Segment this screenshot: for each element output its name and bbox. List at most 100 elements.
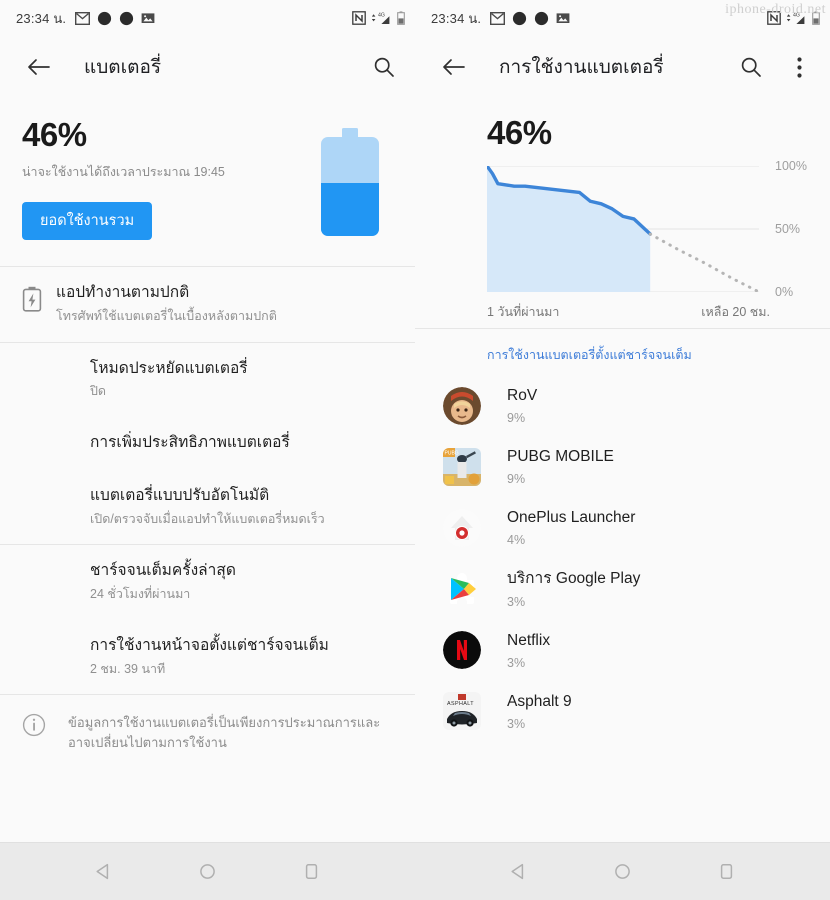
app-usage-row[interactable]: OnePlus Launcher 4% <box>415 497 830 559</box>
rov-icon <box>443 386 481 425</box>
app-name: Asphalt 9 <box>507 692 572 710</box>
status-bar-system-icons: 4G <box>767 11 820 25</box>
app-usage-row[interactable]: PUBG PUBG MOBILE 9% <box>415 436 830 498</box>
footnote-text: ข้อมูลการใช้งานแบตเตอรี่เป็นเพียงการประม… <box>68 715 381 750</box>
oneplus-launcher-icon <box>443 508 481 547</box>
chart-y-tick-label: 50% <box>775 222 801 236</box>
photo-icon <box>141 13 155 23</box>
info-icon <box>22 714 46 737</box>
back-triangle-glyph <box>96 863 109 880</box>
page-title: การใช้งานแบตเตอรี่ <box>499 57 664 78</box>
app-usage-meta: RoV 9% <box>507 386 810 425</box>
usage-section-header: การใช้งานแบตเตอรี่ตั้งแต่ชาร์จจนเต็ม <box>415 329 830 375</box>
dot-icon <box>535 11 549 25</box>
page-title: แบตเตอรี่ <box>84 57 162 78</box>
row-subtitle: เปิด/ตรวจจับเมื่อแอปทำให้แบตเตอรี่หมดเร็… <box>90 511 325 526</box>
status-bar-clock: 23:34 น. <box>431 10 482 26</box>
settings-row-body: การเพิ่มประสิทธิภาพแบตเตอรี่ <box>90 433 393 454</box>
settings-row-app-behavior[interactable]: แอปทำงานตามปกติ โทรศัพท์ใช้แบตเตอรี่ในเบ… <box>0 267 415 342</box>
app-usage-meta: Asphalt 9 3% <box>507 692 810 731</box>
signal-4g-icon: 4G <box>372 13 390 24</box>
navigation-bar-right <box>415 842 830 900</box>
app-usage-meta: บริการ Google Play 3% <box>507 569 810 608</box>
battery-icon <box>812 11 820 25</box>
chart-x-start-label: 1 วันที่ผ่านมา <box>487 305 560 319</box>
battery-percent-value: 46% <box>22 116 87 153</box>
recents-square-glyph <box>305 864 317 879</box>
app-name: OnePlus Launcher <box>507 509 636 527</box>
battery-history-chart-section: 46% 100% 50% 0% 1 วันที่ผ่านมา เหลือ 20 … <box>415 98 830 328</box>
battery-chart-svg <box>485 164 830 294</box>
row-title: ชาร์จจนเต็มครั้งล่าสุด <box>90 562 236 580</box>
dot-icon <box>98 11 112 25</box>
settings-row-last-full-charge[interactable]: ชาร์จจนเต็มครั้งล่าสุด 24 ชั่วโมงที่ผ่าน… <box>0 545 415 620</box>
battery-summary-section: 46% น่าจะใช้งานได้ถึงเวลาประมาณ 19:45 ยอ… <box>0 98 415 267</box>
app-usage-row[interactable]: บริการ Google Play 3% <box>415 558 830 620</box>
battery-bolt-icon <box>22 283 56 312</box>
app-usage-row[interactable]: ASPHALT Asphalt 9 3% <box>415 680 830 742</box>
back-triangle-icon[interactable] <box>496 849 542 895</box>
left-screen-content: 46% น่าจะใช้งานได้ถึงเวลาประมาณ 19:45 ยอ… <box>0 98 415 842</box>
total-usage-button[interactable]: ยอดใช้งานรวม <box>22 201 153 241</box>
home-circle-icon[interactable] <box>599 849 645 895</box>
chart-y-tick-label: 0% <box>775 285 794 299</box>
battery-level-graphic <box>321 128 379 236</box>
row-subtitle: โทรศัพท์ใช้แบตเตอรี่ในเบื้องหลังตามปกติ <box>56 309 277 324</box>
row-subtitle: 2 ชม. 39 นาที <box>90 661 166 676</box>
more-vertical-icon[interactable] <box>782 50 816 84</box>
chart-percent-value: 46% <box>487 114 552 151</box>
chart-plot-area <box>485 164 830 294</box>
app-usage-percent: 3% <box>507 594 526 609</box>
signal-4g-icon: 4G <box>787 13 805 24</box>
row-title: การเพิ่มประสิทธิภาพแบตเตอรี่ <box>90 433 290 451</box>
app-usage-row[interactable]: RoV 9% <box>415 375 830 437</box>
back-arrow-icon[interactable] <box>437 50 471 84</box>
settings-row-body: แอปทำงานตามปกติ โทรศัพท์ใช้แบตเตอรี่ในเบ… <box>56 283 393 325</box>
photo-icon <box>556 13 570 23</box>
settings-row-adaptive-battery[interactable]: แบตเตอรี่แบบปรับอัตโนมัติ เปิด/ตรวจจับเม… <box>0 469 415 545</box>
search-icon[interactable] <box>367 50 401 84</box>
app-bar-actions-right <box>734 50 816 84</box>
settings-row-body: การใช้งานหน้าจอตั้งแต่ชาร์จจนเต็ม 2 ชม. … <box>90 636 393 678</box>
app-bar-left: แบตเตอรี่ <box>0 36 415 98</box>
app-name: RoV <box>507 387 538 404</box>
netflix-icon <box>443 631 481 670</box>
app-name: PUBG MOBILE <box>507 448 614 466</box>
settings-row-screen-usage[interactable]: การใช้งานหน้าจอตั้งแต่ชาร์จจนเต็ม 2 ชม. … <box>0 619 415 695</box>
row-title: โหมดประหยัดแบตเตอรี่ <box>90 359 248 377</box>
settings-row-body: ชาร์จจนเต็มครั้งล่าสุด 24 ชั่วโมงที่ผ่าน… <box>90 561 393 603</box>
back-triangle-icon[interactable] <box>81 849 127 895</box>
nfc-icon <box>352 11 366 25</box>
dot-icon <box>513 11 527 25</box>
home-circle-glyph <box>200 864 215 879</box>
row-title: แบตเตอรี่แบบปรับอัตโนมัติ <box>90 486 270 504</box>
right-screen-content: 46% 100% 50% 0% 1 วันที่ผ่านมา เหลือ 20 … <box>415 98 830 842</box>
recents-square-icon[interactable] <box>703 849 749 895</box>
search-glyph <box>374 57 394 77</box>
status-bar-notification-icons <box>75 11 155 26</box>
home-circle-icon[interactable] <box>184 849 230 895</box>
right-phone-screen: 23:34 น. 4G iphone-droid.net การใช้งานแบ… <box>415 0 830 900</box>
asphalt9-icon: ASPHALT <box>443 692 481 731</box>
settings-row-battery-optimization[interactable]: การเพิ่มประสิทธิภาพแบตเตอรี่ <box>0 416 415 470</box>
app-usage-percent: 9% <box>507 411 526 426</box>
battery-info-footnote: ข้อมูลการใช้งานแบตเตอรี่เป็นเพียงการประม… <box>0 695 415 770</box>
settings-row-body: แบตเตอรี่แบบปรับอัตโนมัติ เปิด/ตรวจจับเม… <box>90 486 393 528</box>
app-usage-row[interactable]: Netflix 3% <box>415 619 830 681</box>
back-arrow-glyph <box>443 59 465 75</box>
settings-row-battery-saver[interactable]: โหมดประหยัดแบตเตอรี่ ปิด <box>0 342 415 417</box>
battery-icon <box>397 11 405 25</box>
back-arrow-icon[interactable] <box>22 50 56 84</box>
status-bar-left: 23:34 น. 4G <box>0 0 415 36</box>
recents-square-icon[interactable] <box>288 849 334 895</box>
nfc-icon <box>767 11 781 25</box>
gmail-icon <box>490 11 506 25</box>
app-bar-actions-left <box>367 50 401 84</box>
app-usage-meta: PUBG MOBILE 9% <box>507 447 810 486</box>
svg-text:ASPHALT: ASPHALT <box>447 701 474 707</box>
search-icon[interactable] <box>734 50 768 84</box>
status-bar-clock: 23:34 น. <box>16 10 67 26</box>
dot-icon <box>120 11 134 25</box>
app-bar-right: การใช้งานแบตเตอรี่ <box>415 36 830 98</box>
chart-x-end-label: เหลือ 20 ชม. <box>701 305 770 319</box>
